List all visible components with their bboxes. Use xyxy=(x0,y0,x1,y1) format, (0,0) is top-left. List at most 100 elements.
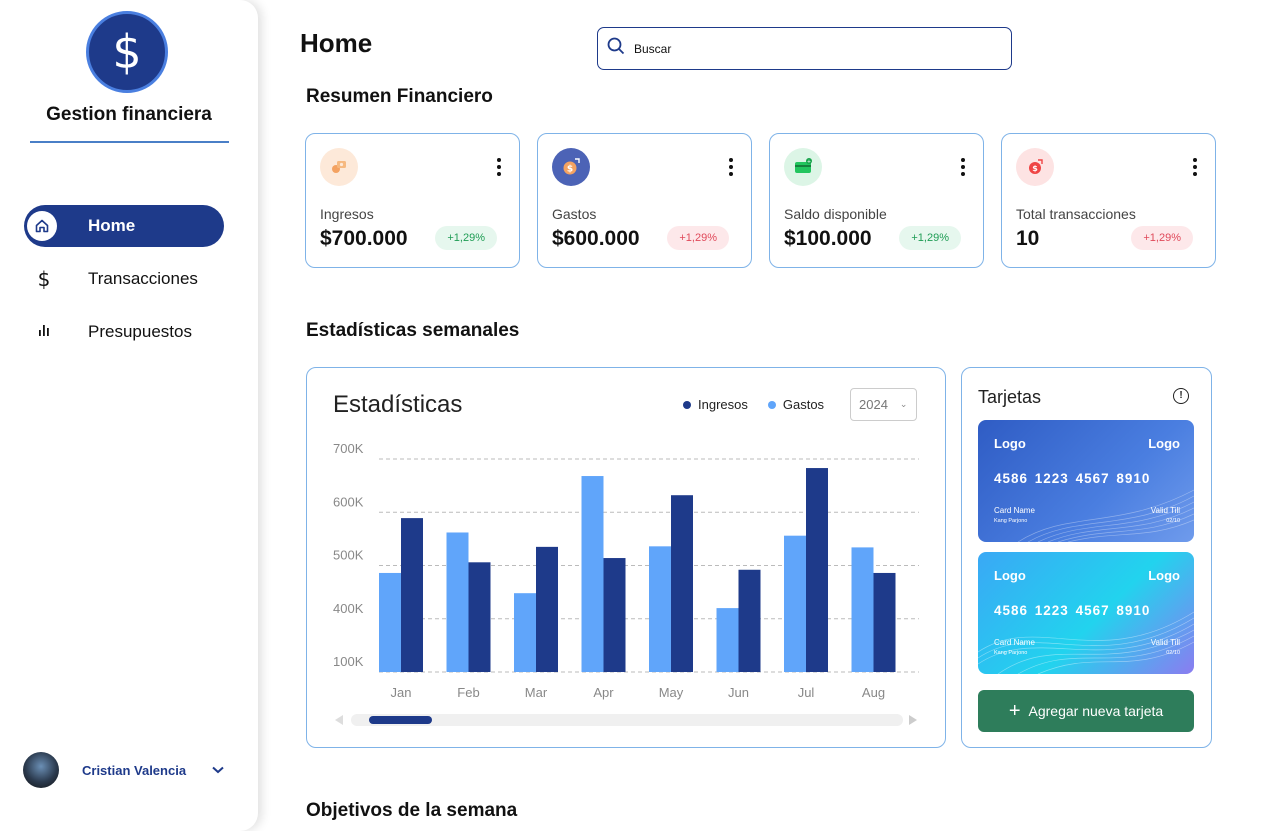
user-profile[interactable]: Cristian Valencia xyxy=(23,752,238,788)
summary-card-transacciones: $ Total transacciones 10 +1,29% xyxy=(1001,133,1216,268)
trend-badge: +1,29% xyxy=(1131,226,1193,250)
expense-icon: $ xyxy=(552,148,590,186)
summary-card-gastos: $ Gastos $600.000 +1,29% xyxy=(537,133,752,268)
add-card-button[interactable]: + Agregar nueva tarjeta xyxy=(978,690,1194,732)
weekly-title: Estadísticas semanales xyxy=(306,320,520,341)
transactions-icon: $ xyxy=(1016,148,1054,186)
title-divider xyxy=(30,141,229,143)
trend-badge: +1,29% xyxy=(435,226,497,250)
add-card-label: Agregar nueva tarjeta xyxy=(1028,703,1164,719)
card-value: $600.000 xyxy=(552,227,640,250)
y-tick-label: 600K xyxy=(333,494,364,509)
y-tick-label: 100K xyxy=(333,654,364,669)
scroll-left-arrow-icon[interactable] xyxy=(335,715,343,725)
cards-title: Tarjetas xyxy=(978,387,1042,407)
wallet-icon: + xyxy=(784,148,822,186)
credit-card[interactable]: Logo Logo 4586 1223 4567 8910 Card Name … xyxy=(978,420,1194,542)
card-name-label: Card Name xyxy=(994,506,1035,515)
card-name-value: Kang Parjono xyxy=(994,518,1028,524)
svg-text:$: $ xyxy=(1032,164,1038,173)
card-name-value: Kang Parjono xyxy=(994,650,1028,656)
trend-badge: +1,29% xyxy=(667,226,729,250)
search-bar[interactable] xyxy=(597,27,1012,70)
svg-text:+: + xyxy=(807,159,811,165)
chevron-down-icon: ⌄ xyxy=(899,399,908,409)
info-icon[interactable]: ! xyxy=(1173,388,1189,404)
home-icon xyxy=(27,211,57,241)
chevron-down-icon[interactable] xyxy=(212,763,224,777)
sidebar-item-label: Home xyxy=(88,216,136,235)
chart-legend: Ingresos Gastos xyxy=(683,397,844,412)
cards-panel: Tarjetas ! Logo Logo 4586 1223 4567 8910… xyxy=(961,367,1212,748)
card-logo: Logo xyxy=(994,568,1026,583)
search-icon xyxy=(607,37,625,60)
search-input[interactable] xyxy=(634,41,994,56)
scroll-right-arrow-icon[interactable] xyxy=(909,715,917,725)
bar-gastos-jan xyxy=(379,572,401,672)
x-tick-label: Jul xyxy=(798,685,815,700)
bar-ingresos-apr xyxy=(603,558,626,672)
user-name: Cristian Valencia xyxy=(82,762,187,778)
statistics-chart-panel: Estadísticas Ingresos Gastos 2024 ⌄ 700K 6… xyxy=(306,367,946,748)
card-number: 4586 1223 4567 8910 xyxy=(994,603,1151,618)
credit-card[interactable]: Logo Logo 4586 1223 4567 8910 Card Name … xyxy=(978,552,1194,674)
y-tick-label: 700K xyxy=(333,441,364,456)
card-value: $700.000 xyxy=(320,227,408,250)
x-tick-label: Jan xyxy=(391,685,412,700)
svg-text:$: $ xyxy=(567,165,573,175)
income-icon xyxy=(320,148,358,186)
legend-item-ingresos: Ingresos xyxy=(683,397,748,412)
bar-chart: 700K 600K 500K 400K 100K Jan Feb Mar Apr May Jun Ju… xyxy=(333,441,919,700)
card-logo: Logo xyxy=(1148,568,1180,583)
y-tick-label: 400K xyxy=(333,601,364,616)
card-label: Ingresos xyxy=(320,206,374,222)
card-label: Total transacciones xyxy=(1016,206,1136,222)
x-tick-label: Feb xyxy=(457,685,479,700)
more-options-icon[interactable] xyxy=(497,158,501,176)
sidebar-item-label: Presupuestos xyxy=(88,322,192,341)
card-valid-value: 02/10 xyxy=(1166,650,1180,656)
bar-gastos-feb xyxy=(446,532,469,672)
sidebar: $ Gestion financiera Home $ Transaccione… xyxy=(0,0,258,831)
bar-gastos-aug xyxy=(851,547,874,672)
scrollbar-thumb[interactable] xyxy=(369,716,432,724)
chart-title: Estadísticas xyxy=(333,391,463,418)
card-valid-label: Valid Till xyxy=(1150,506,1180,515)
bar-chart-icon xyxy=(36,322,52,343)
card-value: 10 xyxy=(1016,227,1040,250)
bar-ingresos-jun xyxy=(738,569,761,672)
card-valid-value: 02/10 xyxy=(1166,518,1180,524)
avatar xyxy=(23,752,59,788)
bar-ingresos-mar xyxy=(536,546,558,672)
bar-gastos-jul xyxy=(784,535,806,672)
summary-card-saldo: + Saldo disponible $100.000 +1,29% xyxy=(769,133,984,268)
y-tick-label: 500K xyxy=(333,548,364,563)
x-tick-label: Jun xyxy=(728,685,749,700)
card-valid-label: Valid Till xyxy=(1150,638,1180,647)
year-select[interactable]: 2024 ⌄ xyxy=(850,388,917,421)
trend-badge: +1,29% xyxy=(899,226,961,250)
card-value: $100.000 xyxy=(784,227,872,250)
sidebar-item-presupuestos[interactable]: Presupuestos xyxy=(24,311,224,353)
sidebar-item-transacciones[interactable]: $ Transacciones xyxy=(24,258,224,300)
app-title: Gestion financiera xyxy=(46,104,212,125)
bar-ingresos-may xyxy=(671,495,693,672)
bar-gastos-apr xyxy=(581,476,604,672)
chart-scrollbar[interactable] xyxy=(335,714,917,726)
sidebar-item-label: Transacciones xyxy=(88,269,198,288)
bar-ingresos-feb xyxy=(468,562,491,672)
sidebar-item-home[interactable]: Home xyxy=(24,205,224,247)
more-options-icon[interactable] xyxy=(1193,158,1197,176)
more-options-icon[interactable] xyxy=(961,158,965,176)
x-tick-label: Aug xyxy=(862,685,885,700)
bar-ingresos-jan xyxy=(401,518,423,672)
bar-ingresos-jul xyxy=(806,468,828,672)
x-tick-label: Apr xyxy=(593,685,614,700)
bar-gastos-jun xyxy=(716,608,739,672)
card-logo: Logo xyxy=(1148,436,1180,451)
x-tick-label: May xyxy=(659,685,684,700)
more-options-icon[interactable] xyxy=(729,158,733,176)
card-label: Saldo disponible xyxy=(784,206,887,222)
bar-gastos-mar xyxy=(514,593,536,672)
summary-card-ingresos: Ingresos $700.000 +1,29% xyxy=(305,133,520,268)
